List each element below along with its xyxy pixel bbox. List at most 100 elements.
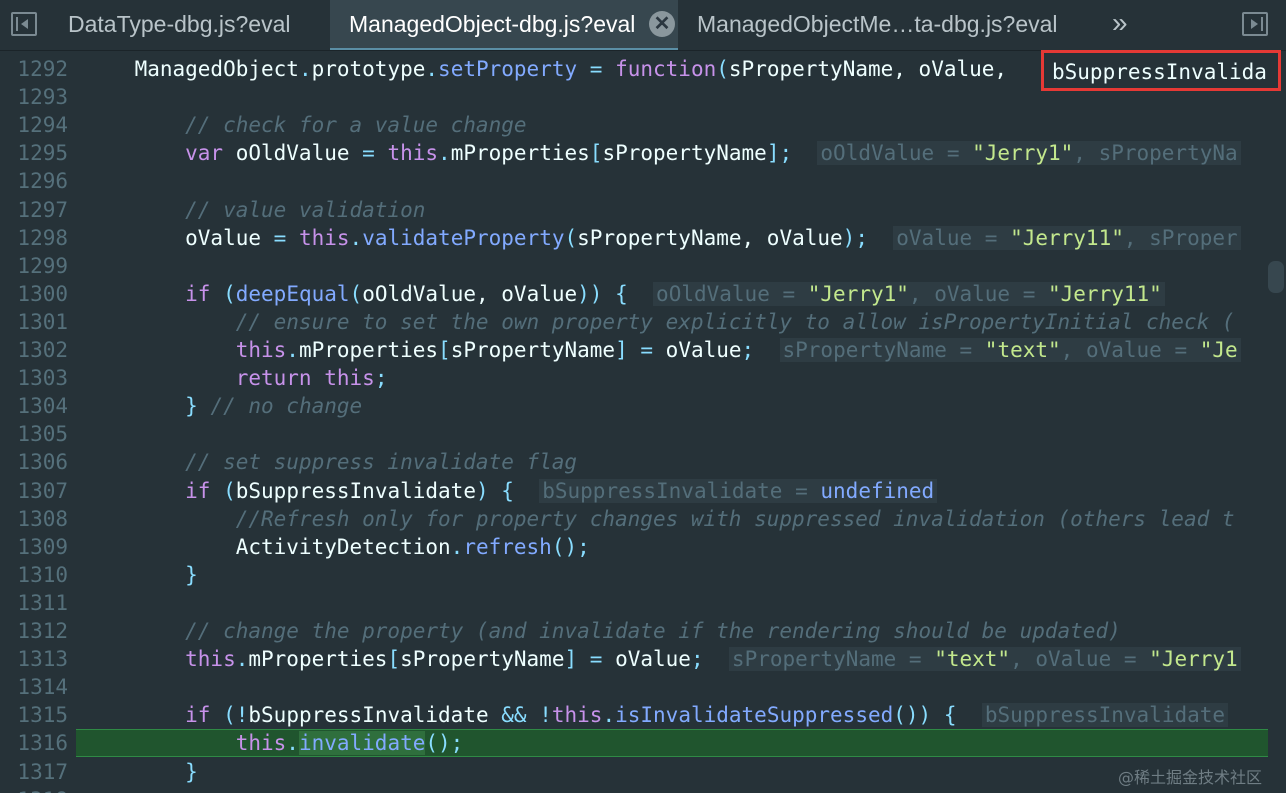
code-line[interactable]: 1311 [0, 589, 1268, 617]
code-line[interactable]: 1299 [0, 252, 1268, 280]
line-number[interactable]: 1306 [0, 448, 68, 476]
code-line[interactable]: 1317 } [0, 758, 1268, 786]
code-token: // set suppress invalidate flag [84, 450, 578, 475]
line-number[interactable]: 1299 [0, 252, 68, 280]
inline-value-token: "Jerry1 [1149, 647, 1238, 672]
tab-datatype[interactable]: DataType-dbg.js?eval [68, 0, 290, 50]
code-token: { [501, 478, 514, 503]
code-text: } // no change [84, 392, 362, 420]
line-number[interactable]: 1313 [0, 645, 68, 673]
code-line[interactable]: 1295 var oOldValue = this.mProperties[sP… [0, 139, 1268, 167]
code-line[interactable]: 1316 this.invalidate(); [0, 729, 1268, 757]
line-number[interactable]: 1305 [0, 420, 68, 448]
code-text: // change the property (and invalidate i… [84, 617, 1121, 645]
code-token: refresh [463, 534, 552, 559]
line-number[interactable]: 1316 [0, 729, 68, 757]
code-token: . [438, 141, 451, 166]
inline-value-token: , sProper [1123, 225, 1238, 250]
code-token: validateProperty [362, 225, 565, 250]
code-line[interactable]: 1312 // change the property (and invalid… [0, 617, 1268, 645]
highlighted-parameter: bSuppressInvalida [1041, 50, 1281, 91]
code-line[interactable]: 1314 [0, 673, 1268, 701]
code-line[interactable]: 1297 // value validation [0, 196, 1268, 224]
code-token: this [84, 338, 287, 362]
code-line[interactable]: 1307 if (bSuppressInvalidate) { bSuppres… [0, 477, 1268, 505]
toggle-navigator-icon[interactable] [11, 12, 37, 36]
code-line[interactable]: 1294 // check for a value change [0, 111, 1268, 139]
code-token: ; [374, 366, 388, 391]
code-line[interactable]: 1304 } // no change [0, 392, 1268, 420]
line-number[interactable]: 1310 [0, 561, 68, 589]
code-token: [ [589, 141, 603, 166]
code-line[interactable]: 1318 [0, 786, 1268, 793]
code-token: setProperty [438, 57, 578, 81]
code-token: function [615, 57, 717, 81]
more-tabs-icon[interactable]: » [1112, 0, 1128, 50]
line-number[interactable]: 1315 [0, 701, 68, 729]
code-token: oOldValue, oValue [362, 281, 578, 306]
line-number[interactable]: 1303 [0, 364, 68, 392]
line-number[interactable]: 1302 [0, 336, 68, 364]
line-number[interactable]: 1309 [0, 533, 68, 561]
code-line[interactable]: 1305 [0, 420, 1268, 448]
line-number[interactable]: 1312 [0, 617, 68, 645]
line-number[interactable]: 1292 [0, 55, 68, 83]
code-token: ( [716, 57, 729, 81]
toggle-debugger-icon[interactable] [1242, 12, 1268, 36]
code-line[interactable]: 1303 return this; [0, 364, 1268, 392]
inline-value-hint: bSuppressInvalidate [981, 703, 1229, 728]
line-number[interactable]: 1317 [0, 758, 68, 786]
code-token: ; [741, 338, 755, 362]
inline-value-token: "Jerry1" [972, 141, 1074, 166]
code-line[interactable]: 1309 ActivityDetection.refresh(); [0, 533, 1268, 561]
line-number[interactable]: 1294 [0, 111, 68, 139]
line-number[interactable]: 1304 [0, 392, 68, 420]
line-number[interactable]: 1318 [0, 786, 68, 793]
code-text: //Refresh only for property changes with… [84, 505, 1235, 533]
code-line[interactable]: 1298 oValue = this.validateProperty(sPro… [0, 224, 1268, 252]
line-number[interactable]: 1296 [0, 167, 68, 195]
code-token: invalidate [298, 731, 426, 756]
code-line[interactable]: 1310 } [0, 561, 1268, 589]
code-editor[interactable]: 1292 ManagedObject.prototype.setProperty… [0, 51, 1268, 793]
code-token: this [84, 731, 287, 756]
line-number[interactable]: 1297 [0, 196, 68, 224]
line-number[interactable]: 1301 [0, 308, 68, 336]
code-token: bSuppressInvalidate [248, 703, 502, 728]
line-number[interactable]: 1307 [0, 477, 68, 505]
code-token: } [84, 394, 198, 419]
line-number[interactable]: 1308 [0, 505, 68, 533]
close-icon[interactable]: ✕ [649, 11, 675, 37]
tab-managedobjectmetadata[interactable]: ManagedObjectMe…ta-dbg.js?eval [697, 0, 1058, 50]
code-token: mProperties [450, 141, 590, 166]
tab-managedobject[interactable]: ManagedObject-dbg.js?eval ✕ [330, 0, 678, 50]
code-line[interactable]: 1306 // set suppress invalidate flag [0, 448, 1268, 476]
code-token: sPropertyName, oValue [577, 225, 843, 250]
line-number[interactable]: 1295 [0, 139, 68, 167]
code-token: = [362, 141, 375, 166]
line-number[interactable]: 1298 [0, 224, 68, 252]
inline-value-hint: oOldValue = "Jerry1", sPropertyNa [817, 141, 1241, 166]
line-number[interactable]: 1293 [0, 83, 68, 111]
line-number[interactable]: 1300 [0, 280, 68, 308]
code-line[interactable]: 1302 this.mProperties[sPropertyName] = o… [0, 336, 1268, 364]
code-token: // ensure to set the own property explic… [84, 309, 1235, 334]
line-number[interactable]: 1314 [0, 673, 68, 701]
vertical-scrollbar[interactable] [1268, 261, 1284, 293]
code-line[interactable]: 1313 this.mProperties[sPropertyName] = o… [0, 645, 1268, 673]
code-line[interactable]: 1308 //Refresh only for property changes… [0, 505, 1268, 533]
code-token: // check for a value change [84, 113, 527, 138]
inline-value-token: sPropertyName = [782, 338, 985, 362]
code-line[interactable]: 1296 [0, 167, 1268, 195]
line-number[interactable]: 1311 [0, 589, 68, 617]
inline-value-token: , sPropertyNa [1073, 141, 1238, 166]
code-line[interactable]: 1315 if (!bSuppressInvalidate && !this.i… [0, 701, 1268, 729]
code-line[interactable]: 1300 if (deepEqual(oOldValue, oValue)) {… [0, 280, 1268, 308]
code-token: (! [223, 703, 249, 728]
code-line[interactable]: 1301 // ensure to set the own property e… [0, 308, 1268, 336]
